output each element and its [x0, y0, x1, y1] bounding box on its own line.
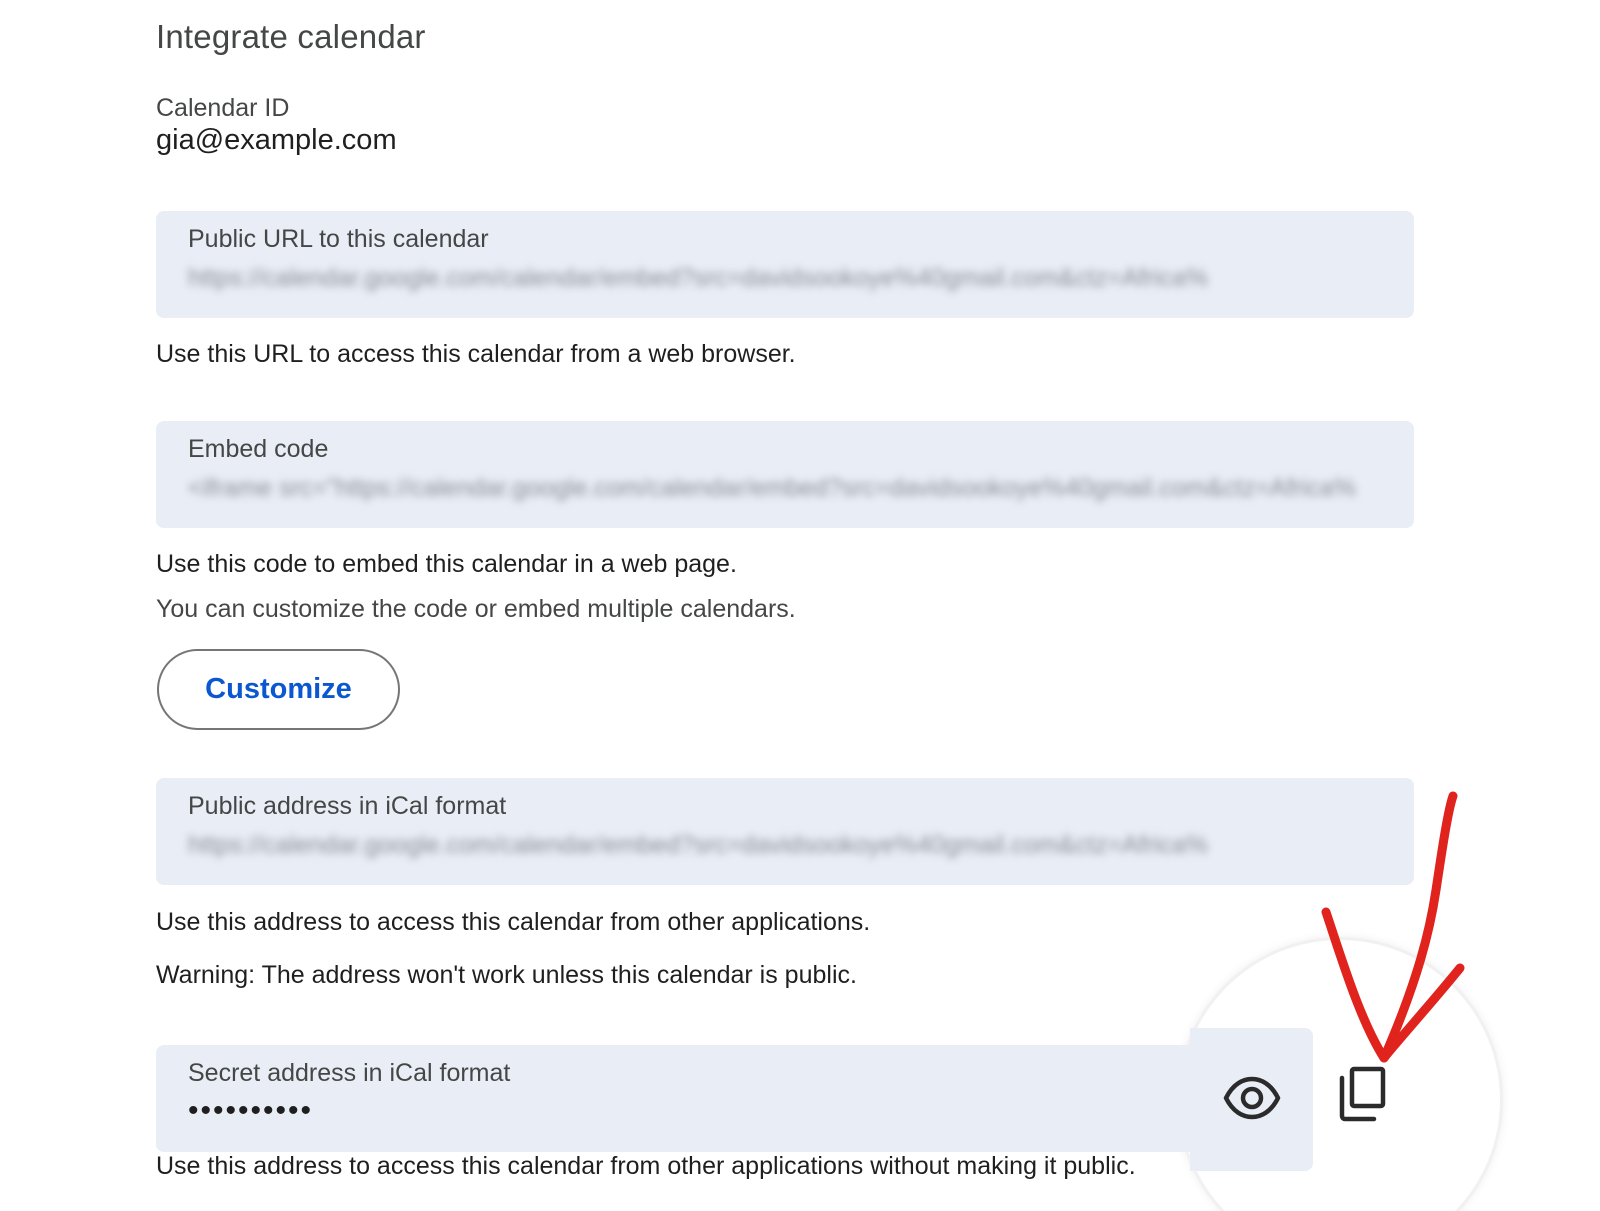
customize-button[interactable]: Customize	[157, 649, 400, 730]
secret-ical-value[interactable]: ••••••••••	[188, 1094, 1279, 1128]
public-url-value[interactable]: https://calendar.google.com/calendar/emb…	[188, 264, 1382, 293]
section-title: Integrate calendar	[156, 18, 426, 55]
public-ical-help: Use this address to access this calendar…	[156, 908, 871, 936]
secret-ical-field[interactable]: Secret address in iCal format ••••••••••	[156, 1045, 1311, 1152]
public-ical-label: Public address in iCal format	[188, 792, 507, 820]
embed-code-help-secondary: You can customize the code or embed mult…	[156, 595, 796, 623]
public-url-label: Public URL to this calendar	[188, 225, 489, 253]
embed-code-field[interactable]: Embed code <iframe src="https://calendar…	[156, 421, 1414, 528]
copy-icon[interactable]	[1338, 1066, 1386, 1122]
eye-icon[interactable]	[1223, 1075, 1281, 1121]
public-url-help: Use this URL to access this calendar fro…	[156, 340, 796, 368]
public-ical-warning: Warning: The address won't work unless t…	[156, 961, 857, 989]
calendar-id-label: Calendar ID	[156, 94, 290, 122]
embed-code-label: Embed code	[188, 435, 329, 463]
public-ical-value[interactable]: https://calendar.google.com/calendar/emb…	[188, 831, 1382, 860]
embed-code-help: Use this code to embed this calendar in …	[156, 550, 737, 578]
secret-ical-help: Use this address to access this calendar…	[156, 1152, 1136, 1180]
public-url-field[interactable]: Public URL to this calendar https://cale…	[156, 211, 1414, 318]
integrate-calendar-page: Integrate calendar Calendar ID gia@examp…	[0, 0, 1600, 1211]
public-ical-field[interactable]: Public address in iCal format https://ca…	[156, 778, 1414, 885]
calendar-id-value: gia@example.com	[156, 124, 397, 156]
embed-code-value[interactable]: <iframe src="https://calendar.google.com…	[188, 474, 1382, 503]
secret-ical-label: Secret address in iCal format	[188, 1059, 511, 1087]
